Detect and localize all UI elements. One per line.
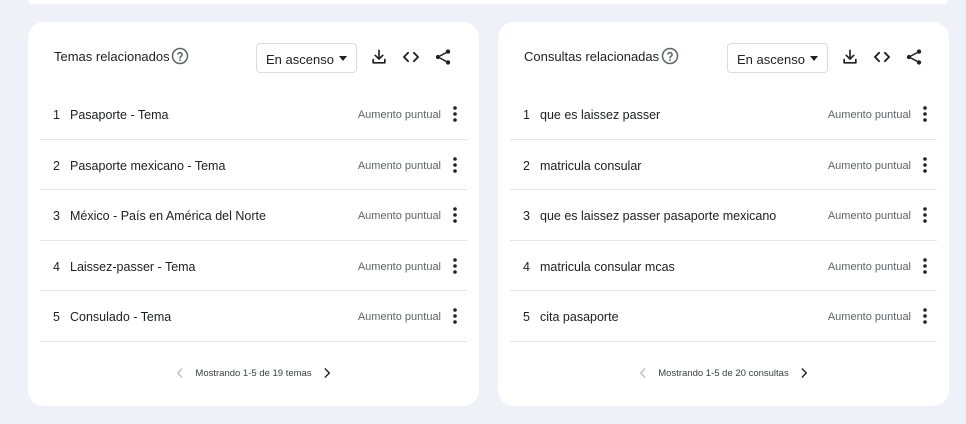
caret-down-icon	[810, 56, 818, 61]
related-queries-card: Consultas relacionadas En ascenso 1 que …	[498, 22, 949, 406]
rank: 4	[523, 259, 530, 274]
embed-code-icon[interactable]	[401, 47, 421, 67]
list-item[interactable]: 5 Consulado - Tema Aumento puntual	[40, 291, 467, 342]
trend-value: Aumento puntual	[827, 260, 911, 273]
list-item[interactable]: 3 que es laissez passer pasaporte mexica…	[510, 190, 937, 241]
trend-value: Aumento puntual	[357, 311, 441, 323]
sort-select-value: En ascenso	[737, 52, 805, 67]
help-icon[interactable]	[171, 47, 189, 65]
rank: 4	[53, 259, 60, 274]
sort-select[interactable]: En ascenso	[256, 43, 357, 73]
list-item[interactable]: 1 que es laissez passer Aumento puntual	[510, 89, 937, 140]
trend-value: Aumento puntual	[357, 159, 441, 172]
more-vert-icon[interactable]	[917, 105, 933, 123]
related-topics-header: Temas relacionados En ascenso	[28, 22, 479, 92]
list-item[interactable]: 4 matricula consular mcas Aumento puntua…	[510, 241, 937, 291]
query-name[interactable]: matricula consular	[540, 159, 641, 173]
trend-value: Aumento puntual	[357, 109, 441, 121]
list-item[interactable]: 2 matricula consular Aumento puntual	[510, 140, 937, 190]
query-name[interactable]: cita pasaporte	[540, 310, 619, 324]
previous-card-bottom	[28, 0, 948, 4]
list-item[interactable]: 2 Pasaporte mexicano - Tema Aumento punt…	[40, 140, 467, 190]
list-item[interactable]: 5 cita pasaporte Aumento puntual	[510, 291, 937, 342]
chevron-left-icon	[640, 368, 646, 378]
topic-name[interactable]: Pasaporte mexicano - Tema	[70, 159, 225, 173]
trend-value: Aumento puntual	[827, 210, 911, 222]
query-name[interactable]: que es laissez passer	[540, 108, 660, 122]
related-topics-card: Temas relacionados En ascenso 1 Pasaport…	[28, 22, 479, 406]
share-icon[interactable]	[904, 47, 924, 67]
pagination-text: Mostrando 1-5 de 19 temas	[195, 367, 312, 379]
query-name[interactable]: que es laissez passer pasaporte mexicano	[540, 209, 776, 223]
trend-value: Aumento puntual	[357, 260, 441, 273]
rank: 2	[53, 158, 60, 173]
more-vert-icon[interactable]	[447, 105, 463, 123]
list-item[interactable]: 3 México - País en América del Norte Aum…	[40, 190, 467, 241]
trend-value: Aumento puntual	[357, 210, 441, 222]
related-queries-title: Consultas relacionadas	[524, 49, 660, 64]
more-vert-icon[interactable]	[917, 257, 933, 275]
rank: 1	[523, 108, 530, 122]
more-vert-icon[interactable]	[917, 206, 933, 224]
more-vert-icon[interactable]	[447, 257, 463, 275]
trend-value: Aumento puntual	[827, 159, 911, 172]
chevron-right-icon[interactable]	[320, 366, 334, 380]
chevron-right-icon[interactable]	[797, 366, 811, 380]
download-icon[interactable]	[840, 47, 860, 67]
rank: 5	[523, 310, 530, 324]
more-vert-icon[interactable]	[917, 307, 933, 325]
pagination: Mostrando 1-5 de 20 consultas	[498, 366, 949, 388]
pagination-text: Mostrando 1-5 de 20 consultas	[658, 367, 789, 379]
rank: 2	[523, 158, 530, 173]
trend-value: Aumento puntual	[827, 109, 911, 121]
topic-name[interactable]: Laissez-passer - Tema	[70, 260, 196, 274]
rank: 3	[53, 209, 60, 223]
list-item[interactable]: 1 Pasaporte - Tema Aumento puntual	[40, 89, 467, 140]
sort-select[interactable]: En ascenso	[727, 43, 828, 73]
topic-name[interactable]: México - País en América del Norte	[70, 209, 266, 223]
more-vert-icon[interactable]	[447, 307, 463, 325]
list-item[interactable]: 4 Laissez-passer - Tema Aumento puntual	[40, 241, 467, 291]
topic-name[interactable]: Pasaporte - Tema	[70, 108, 168, 122]
related-topics-title: Temas relacionados	[54, 49, 170, 64]
more-vert-icon[interactable]	[447, 206, 463, 224]
sort-select-value: En ascenso	[266, 52, 334, 67]
rank: 3	[523, 209, 530, 223]
query-name[interactable]: matricula consular mcas	[540, 260, 675, 274]
share-icon[interactable]	[433, 47, 453, 67]
caret-down-icon	[339, 56, 347, 61]
pagination: Mostrando 1-5 de 19 temas	[28, 366, 479, 388]
topic-name[interactable]: Consulado - Tema	[70, 310, 171, 324]
more-vert-icon[interactable]	[917, 156, 933, 174]
embed-code-icon[interactable]	[872, 47, 892, 67]
related-topics-list: 1 Pasaporte - Tema Aumento puntual 2 Pas…	[40, 89, 467, 342]
download-icon[interactable]	[369, 47, 389, 67]
chevron-left-icon	[177, 368, 183, 378]
more-vert-icon[interactable]	[447, 156, 463, 174]
help-icon[interactable]	[661, 47, 679, 65]
rank: 1	[53, 108, 60, 122]
trend-value: Aumento puntual	[827, 311, 911, 323]
rank: 5	[53, 310, 60, 324]
related-queries-list: 1 que es laissez passer Aumento puntual …	[510, 89, 937, 342]
related-queries-header: Consultas relacionadas En ascenso	[498, 22, 949, 92]
